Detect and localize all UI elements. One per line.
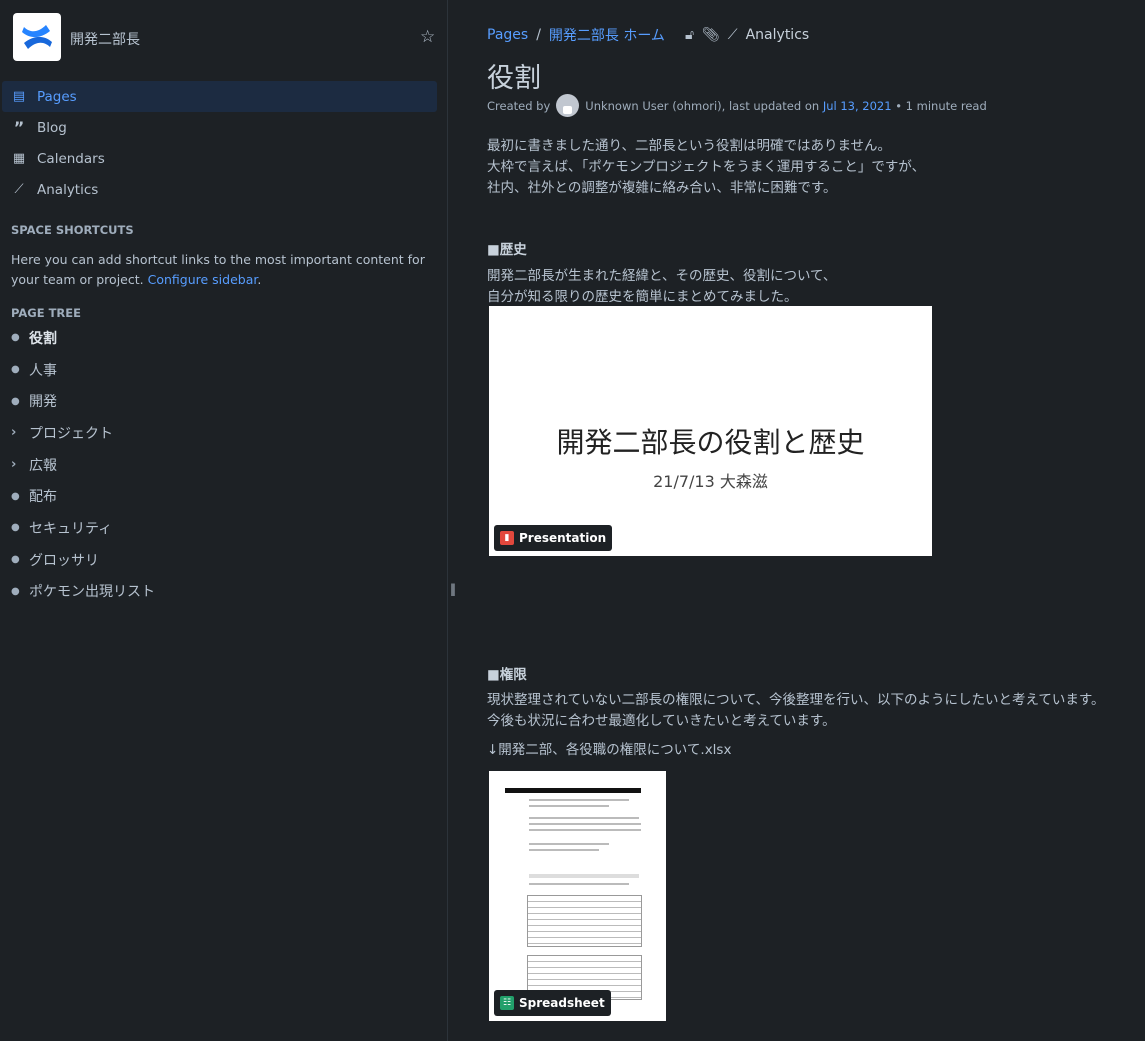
history-line: 自分が知る限りの歴史を簡単にまとめてみました。 [487,289,798,305]
authority-line: 現状整理されていない二部長の権限について、今後整理を行い、以下のようにしたいと考… [487,692,1105,708]
author[interactable]: Unknown User (ohmori), last updated on [585,99,819,113]
sidebar-nav: ▤ Pages ” Blog ▦ Calendars ⟋ Analytics [2,81,437,205]
attachment-icon[interactable]: 📎︎ [702,27,720,43]
star-icon[interactable]: ☆ [420,27,435,47]
quote-icon: ” [13,118,25,137]
spreadsheet-badge: ☷ Spreadsheet [494,990,611,1016]
analytics-icon[interactable]: ⟋ [728,27,738,43]
badge-label: Spreadsheet [519,996,605,1010]
tree-item-label: セキュリティ [29,520,113,537]
space-name[interactable]: 開発二部長 [70,29,140,49]
breadcrumb-pages[interactable]: Pages [487,27,528,43]
bullet-icon: ● [11,364,20,376]
history-line: 開発二部長が生まれた経緯と、その歴史、役割について、 [487,268,837,284]
sidebar-item-calendars[interactable]: ▦ Calendars [2,143,437,174]
intro-line: 最初に書きました通り、二部長という役割は明確ではありません。 [487,138,892,154]
page-icon: ▤ [12,89,26,104]
breadcrumb-separator: / [536,27,541,43]
avatar[interactable] [556,94,580,117]
tree-item[interactable]: ● グロッサリ [11,544,155,576]
history-paragraph: 開発二部長が生まれた経緯と、その歴史、役割について、 自分が知る限りの歴史を簡単… [487,266,836,308]
file-label: ↓開発二部、各役職の権限について.xlsx [487,742,732,758]
bullet-icon: ● [11,332,20,344]
tree-item[interactable]: ● セキュリティ [11,512,155,544]
read-time: • 1 minute read [895,98,987,113]
sidebar-item-analytics[interactable]: ⟋ Analytics [2,174,437,205]
sidebar-item-label: Pages [37,88,77,105]
presentation-subtitle: 21/7/13 大森滋 [653,472,768,491]
tree-item-label: 人事 [29,362,57,379]
tree-item[interactable]: ● ポケモン出現リスト [11,576,155,608]
tree-item-label: グロッサリ [29,552,99,569]
tree-item-label: 開発 [29,394,57,411]
bullet-icon: ● [11,554,20,566]
spreadsheet-icon: ☷ [500,996,514,1010]
breadcrumb: Pages / 開発二部長 ホーム 🔓︎ 📎︎ ⟋ Analytics [487,25,809,45]
calendar-icon: ▦ [12,151,26,166]
sidebar-item-label: Analytics [37,181,99,198]
tree-item[interactable]: ● 役割 [11,322,155,354]
tree-item[interactable]: ● 人事 [11,354,155,386]
presentation-title: 開発二部長の役割と歴史 [556,426,865,459]
analytics-icon: ⟋ [14,182,24,197]
authority-line: 今後も状況に合わせ最適化していきたいと考えています。 [487,713,836,729]
sidebar: 開発二部長 ☆ ▤ Pages ” Blog ▦ Calendars ⟋ Analyti… [0,0,448,1041]
byline: Created by Unknown User (ohmori), last u… [487,94,987,117]
tree-item[interactable]: ● 開発 [11,385,155,417]
presentation-preview[interactable]: 開発二部長の役割と歴史 21/7/13 大森滋 ▮ Presentation [489,306,932,556]
intro-line: 大枠で言えば、「ポケモンプロジェクトをうまく運用すること」ですが、 [487,159,926,175]
configure-sidebar-link[interactable]: Configure sidebar [148,272,258,287]
bullet-icon: ● [11,585,20,597]
bullet-icon: ● [11,490,20,502]
tree-item-label: 広報 [29,457,57,474]
sidebar-resize-handle[interactable]: ‖ [450,582,456,596]
badge-label: Presentation [519,531,607,545]
space-shortcuts-heading: SPACE SHORTCUTS [11,223,134,237]
tree-item-label: 配布 [29,489,57,506]
chevron-right-icon[interactable]: › [11,425,29,440]
shortcuts-text: Here you can add shortcut links to the m… [11,252,425,287]
created-by-label: Created by [487,98,551,113]
confluence-logo[interactable] [13,13,61,61]
intro-line: 社内、社外との調整が複雑に絡み合い、非常に困難です。 [487,180,837,196]
breadcrumb-parent[interactable]: 開発二部長 ホーム [549,25,665,45]
authority-heading: ■権限 [487,667,527,683]
bullet-icon: ● [11,522,20,534]
presentation-badge: ▮ Presentation [494,525,613,551]
authority-paragraph: 現状整理されていない二部長の権限について、今後整理を行い、以下のようにしたいと考… [487,690,1105,732]
tree-item[interactable]: › プロジェクト [11,417,155,449]
page-tree: ● 役割 ● 人事 ● 開発 › プロジェクト › 広報 ● 配布 ● セキュリティ ● グロッ… [11,322,155,607]
spreadsheet-preview[interactable]: ☷ Spreadsheet [489,771,666,1021]
bullet-icon: ● [11,395,20,407]
history-heading: ■歴史 [487,242,527,258]
tree-item-label: 役割 [29,330,57,347]
page-tree-heading: PAGE TREE [11,306,81,320]
last-updated-date[interactable]: Jul 13, 2021 [823,99,892,113]
page-title: 役割 [487,63,541,94]
intro-paragraph: 最初に書きました通り、二部長という役割は明確ではありません。 大枠で言えば、「ポ… [487,136,925,199]
tree-item-label: プロジェクト [29,425,113,442]
analytics-link[interactable]: Analytics [746,27,810,43]
unlock-icon[interactable]: 🔓︎ [685,27,694,43]
presentation-icon: ▮ [500,531,514,545]
sidebar-item-blog[interactable]: ” Blog [2,112,437,143]
tree-item[interactable]: ● 配布 [11,480,155,512]
tree-item[interactable]: › 広報 [11,449,155,481]
tree-item-label: ポケモン出現リスト [29,584,155,601]
sidebar-item-label: Blog [37,119,67,136]
sidebar-item-label: Calendars [37,150,105,167]
sidebar-item-pages[interactable]: ▤ Pages [2,81,437,112]
chevron-right-icon[interactable]: › [11,457,29,472]
